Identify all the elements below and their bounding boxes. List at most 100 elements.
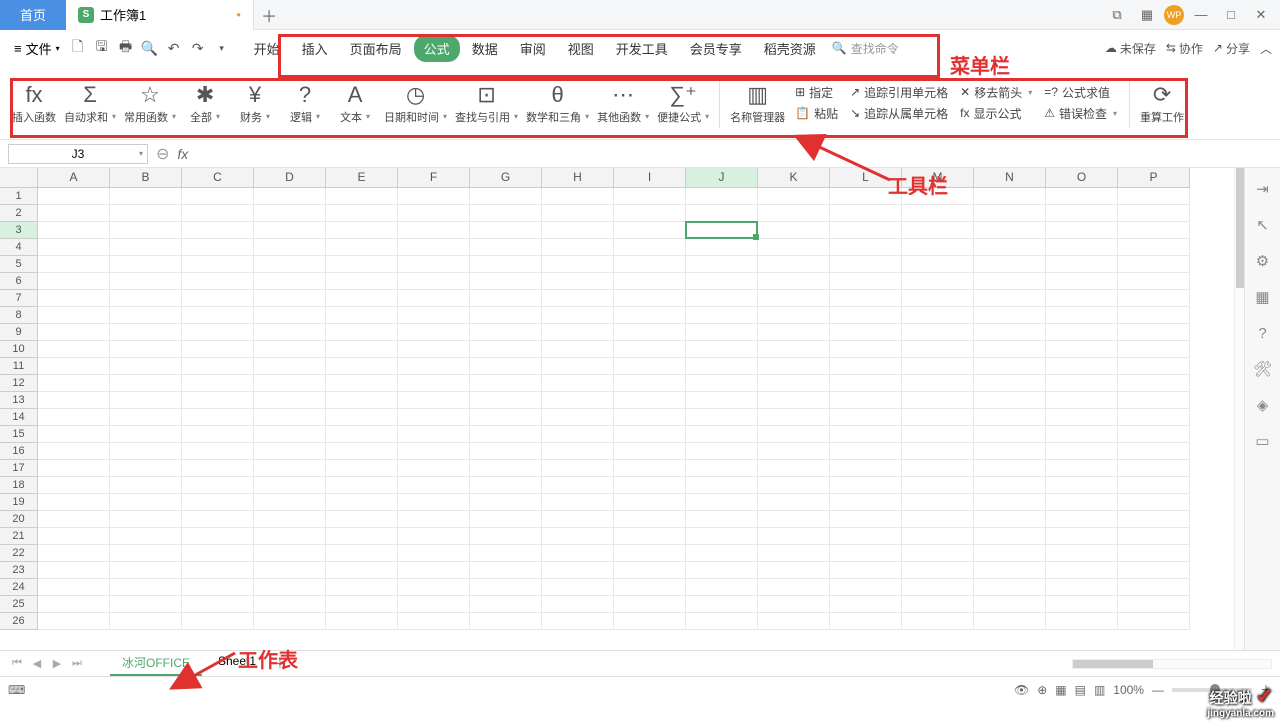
cell[interactable]	[398, 579, 470, 596]
cell[interactable]	[326, 579, 398, 596]
cell[interactable]	[470, 613, 542, 630]
cell[interactable]	[686, 375, 758, 392]
cell[interactable]	[830, 358, 902, 375]
row-header[interactable]: 25	[0, 596, 38, 613]
zoom-slider[interactable]	[1172, 688, 1252, 692]
cell[interactable]	[1118, 290, 1190, 307]
row-header[interactable]: 5	[0, 256, 38, 273]
row-header[interactable]: 18	[0, 477, 38, 494]
cell[interactable]	[110, 307, 182, 324]
cell[interactable]	[398, 562, 470, 579]
cell[interactable]	[614, 307, 686, 324]
share-button[interactable]: ↗ 分享	[1213, 40, 1250, 57]
cell[interactable]	[974, 307, 1046, 324]
qat-more-icon[interactable]: ▾	[210, 36, 234, 60]
cell[interactable]	[38, 579, 110, 596]
cell[interactable]	[902, 426, 974, 443]
zoom-out-button[interactable]: —	[1152, 683, 1164, 697]
cell[interactable]	[614, 409, 686, 426]
col-header[interactable]: F	[398, 168, 470, 188]
cell[interactable]	[398, 188, 470, 205]
cell[interactable]	[974, 324, 1046, 341]
cell[interactable]	[1118, 324, 1190, 341]
ribbon-item-6[interactable]: A文本	[330, 79, 380, 127]
col-header[interactable]: M	[902, 168, 974, 188]
cell[interactable]	[326, 273, 398, 290]
cell[interactable]	[110, 545, 182, 562]
cell[interactable]	[1046, 307, 1118, 324]
cell[interactable]	[830, 460, 902, 477]
cell[interactable]	[830, 596, 902, 613]
cell[interactable]	[38, 324, 110, 341]
cell[interactable]	[1046, 239, 1118, 256]
cell[interactable]	[830, 409, 902, 426]
col-header[interactable]: N	[974, 168, 1046, 188]
cell[interactable]	[110, 188, 182, 205]
cell[interactable]	[830, 307, 902, 324]
cell[interactable]	[902, 358, 974, 375]
cell[interactable]	[830, 239, 902, 256]
cell[interactable]	[902, 324, 974, 341]
cell[interactable]	[398, 358, 470, 375]
cell[interactable]	[542, 613, 614, 630]
cell[interactable]	[182, 256, 254, 273]
cell[interactable]	[254, 426, 326, 443]
cell[interactable]	[974, 579, 1046, 596]
cell[interactable]	[1118, 511, 1190, 528]
cell[interactable]	[182, 239, 254, 256]
menu-tab-4[interactable]: 数据	[462, 35, 508, 62]
cell[interactable]	[758, 426, 830, 443]
cell[interactable]	[182, 307, 254, 324]
minimize-button[interactable]: —	[1188, 2, 1214, 28]
cell[interactable]	[974, 341, 1046, 358]
cell[interactable]	[254, 596, 326, 613]
collab-button[interactable]: ⇆ 协作	[1166, 40, 1203, 57]
cell[interactable]	[974, 426, 1046, 443]
cell[interactable]	[614, 511, 686, 528]
row-header[interactable]: 3	[0, 222, 38, 239]
cell[interactable]	[758, 562, 830, 579]
cell[interactable]	[830, 545, 902, 562]
cell[interactable]	[542, 375, 614, 392]
horizontal-scrollbar[interactable]	[1072, 659, 1272, 669]
cell[interactable]	[470, 222, 542, 239]
ribbon-item-8[interactable]: ⊡查找与引用	[451, 79, 522, 127]
cell[interactable]	[1118, 477, 1190, 494]
help-icon[interactable]: ?	[1252, 322, 1274, 344]
cell[interactable]	[110, 222, 182, 239]
cell[interactable]	[326, 613, 398, 630]
cell[interactable]	[38, 239, 110, 256]
cell[interactable]	[1118, 392, 1190, 409]
cell[interactable]	[326, 222, 398, 239]
cell[interactable]	[902, 477, 974, 494]
col-header[interactable]: K	[758, 168, 830, 188]
cell[interactable]	[830, 290, 902, 307]
cell[interactable]	[1046, 426, 1118, 443]
cell[interactable]	[758, 613, 830, 630]
cell[interactable]	[614, 494, 686, 511]
cell[interactable]	[470, 562, 542, 579]
cell[interactable]	[254, 205, 326, 222]
cell[interactable]	[542, 477, 614, 494]
cell[interactable]	[614, 562, 686, 579]
cell[interactable]	[830, 443, 902, 460]
cell[interactable]	[614, 375, 686, 392]
cell[interactable]	[254, 222, 326, 239]
cell[interactable]	[614, 358, 686, 375]
cell[interactable]	[1046, 205, 1118, 222]
cell[interactable]	[182, 477, 254, 494]
col-header[interactable]: E	[326, 168, 398, 188]
col-header[interactable]: H	[542, 168, 614, 188]
cell[interactable]	[542, 273, 614, 290]
cell[interactable]	[830, 528, 902, 545]
cell[interactable]	[1046, 477, 1118, 494]
cell[interactable]	[830, 392, 902, 409]
row-header[interactable]: 24	[0, 579, 38, 596]
row-header[interactable]: 7	[0, 290, 38, 307]
cell[interactable]	[38, 443, 110, 460]
cell[interactable]	[542, 494, 614, 511]
cell[interactable]	[326, 494, 398, 511]
cell[interactable]	[470, 511, 542, 528]
cell[interactable]	[830, 579, 902, 596]
sheet-first-button[interactable]: ⏮	[8, 655, 26, 673]
